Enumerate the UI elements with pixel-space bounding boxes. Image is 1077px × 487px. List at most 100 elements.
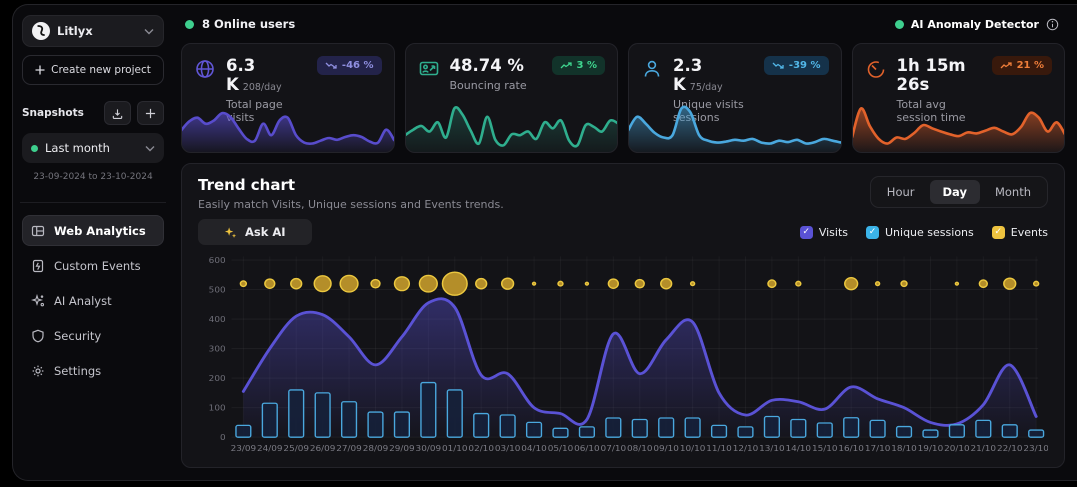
stat-value: 1h 15m 26s	[897, 56, 966, 94]
chevron-down-icon	[145, 145, 155, 152]
anomaly-status-dot	[895, 20, 904, 29]
checkbox-checked-icon[interactable]	[992, 226, 1005, 239]
gear-icon	[31, 364, 45, 378]
sidebar-item-ai-analyst[interactable]: AI Analyst	[22, 285, 164, 316]
badge-value: 21 %	[1017, 60, 1044, 71]
snapshot-status-dot	[31, 145, 38, 152]
sparkline-bouncing-rate	[405, 99, 619, 153]
svg-text:600: 600	[209, 256, 226, 266]
badge-value: -39 %	[789, 60, 821, 71]
trend-chart: 010020030040050060023/0924/0925/0926/092…	[198, 249, 1048, 463]
svg-text:16/10: 16/10	[838, 444, 864, 454]
trend-badge: 21 %	[992, 56, 1052, 75]
info-icon[interactable]	[1046, 18, 1059, 31]
trend-down-icon	[772, 61, 784, 70]
sidebar-item-security[interactable]: Security	[22, 320, 164, 351]
svg-text:06/10: 06/10	[574, 444, 600, 454]
legend-visits[interactable]: Visits	[800, 226, 848, 239]
snapshot-date-range: 23-09-2024 to 23-10-2024	[22, 172, 164, 182]
svg-text:20/10: 20/10	[944, 444, 970, 454]
create-project-label: Create new project	[51, 64, 151, 76]
online-users-label: 8 Online users	[202, 17, 295, 31]
sidebar-item-custom-events[interactable]: Custom Events	[22, 250, 164, 281]
stat-label: Bouncing rate	[450, 79, 528, 92]
tab-month[interactable]: Month	[982, 180, 1044, 204]
svg-text:23/10: 23/10	[1023, 444, 1048, 454]
svg-text:27/09: 27/09	[336, 444, 362, 454]
panel-title: Trend chart	[198, 176, 504, 194]
stat-card-total-page-visits: 6.3 K208/day Total page visits -46 %	[181, 43, 395, 153]
svg-text:14/10: 14/10	[786, 444, 812, 454]
svg-text:09/10: 09/10	[653, 444, 679, 454]
legend-events[interactable]: Events	[992, 226, 1048, 239]
svg-text:24/09: 24/09	[257, 444, 283, 454]
badge-value: 3 %	[577, 60, 597, 71]
snapshot-select[interactable]: Last month	[22, 133, 164, 163]
svg-text:100: 100	[209, 404, 226, 414]
tab-day[interactable]: Day	[930, 180, 980, 204]
svg-text:01/10: 01/10	[442, 444, 468, 454]
sidebar-item-settings[interactable]: Settings	[22, 355, 164, 386]
svg-text:05/10: 05/10	[548, 444, 574, 454]
legend-unique-sessions[interactable]: Unique sessions	[866, 226, 974, 239]
trend-badge: -39 %	[764, 56, 829, 75]
online-users: 8 Online users	[185, 17, 295, 31]
svg-text:29/09: 29/09	[389, 444, 415, 454]
main-content: 8 Online users AI Anomaly Detector 6.3 K…	[173, 5, 1077, 480]
interval-tabs: Hour Day Month	[870, 176, 1048, 208]
web-analytics-icon	[31, 224, 45, 238]
stat-card-avg-session-time: 1h 15m 26s Total avg session time 21 %	[852, 43, 1066, 153]
app-window: Litlyx Create new project Snapshots	[12, 4, 1077, 481]
sidebar-item-label: Settings	[54, 364, 101, 378]
svg-text:26/09: 26/09	[310, 444, 336, 454]
trend-badge: 3 %	[552, 56, 605, 75]
stat-value: 48.74 %	[450, 56, 524, 75]
svg-text:500: 500	[209, 286, 226, 296]
checkbox-checked-icon[interactable]	[866, 226, 879, 239]
plus-icon	[35, 65, 45, 75]
checkbox-checked-icon[interactable]	[800, 226, 813, 239]
svg-text:23/09: 23/09	[231, 444, 257, 454]
svg-text:03/10: 03/10	[495, 444, 521, 454]
tab-hour[interactable]: Hour	[874, 180, 928, 204]
svg-text:02/10: 02/10	[468, 444, 494, 454]
stat-cards-row: 6.3 K208/day Total page visits -46 %	[181, 43, 1065, 153]
stat-per-day: 75/day	[690, 82, 723, 93]
online-dot	[185, 20, 194, 29]
svg-text:200: 200	[209, 374, 226, 384]
trend-up-icon	[1000, 61, 1012, 70]
plus-icon	[145, 108, 156, 119]
chart-legend: Visits Unique sessions Events	[800, 226, 1048, 239]
sidebar: Litlyx Create new project Snapshots	[13, 5, 173, 480]
svg-text:04/10: 04/10	[521, 444, 547, 454]
chevron-down-icon	[144, 28, 154, 35]
snapshot-selected-value: Last month	[45, 141, 110, 155]
svg-text:30/09: 30/09	[416, 444, 442, 454]
project-selector[interactable]: Litlyx	[22, 15, 164, 47]
svg-text:10/10: 10/10	[680, 444, 706, 454]
svg-text:21/10: 21/10	[971, 444, 997, 454]
stat-card-bouncing-rate: 48.74 % Bouncing rate 3 %	[405, 43, 619, 153]
svg-text:12/10: 12/10	[733, 444, 759, 454]
svg-text:0: 0	[220, 433, 226, 443]
create-project-button[interactable]: Create new project	[22, 55, 164, 85]
project-name: Litlyx	[57, 24, 93, 38]
snapshot-download-button[interactable]	[104, 101, 131, 125]
trend-badge: -46 %	[317, 56, 382, 75]
sparkline-avg-session-time	[852, 99, 1066, 153]
sidebar-divider	[20, 202, 166, 203]
ask-ai-button[interactable]: Ask AI	[198, 219, 312, 245]
ask-ai-label: Ask AI	[245, 225, 286, 239]
sidebar-item-web-analytics[interactable]: Web Analytics	[22, 215, 164, 246]
timer-icon	[865, 58, 887, 80]
ai-analyst-icon	[31, 294, 45, 308]
trend-down-icon	[325, 61, 337, 70]
svg-text:11/10: 11/10	[706, 444, 732, 454]
trend-chart-panel: Trend chart Easily match Visits, Unique …	[181, 163, 1065, 468]
sidebar-item-label: AI Analyst	[54, 294, 112, 308]
shield-icon	[31, 329, 45, 343]
snapshot-add-button[interactable]	[137, 101, 164, 125]
legend-label: Unique sessions	[885, 226, 974, 239]
svg-text:08/10: 08/10	[627, 444, 653, 454]
svg-text:18/10: 18/10	[891, 444, 917, 454]
